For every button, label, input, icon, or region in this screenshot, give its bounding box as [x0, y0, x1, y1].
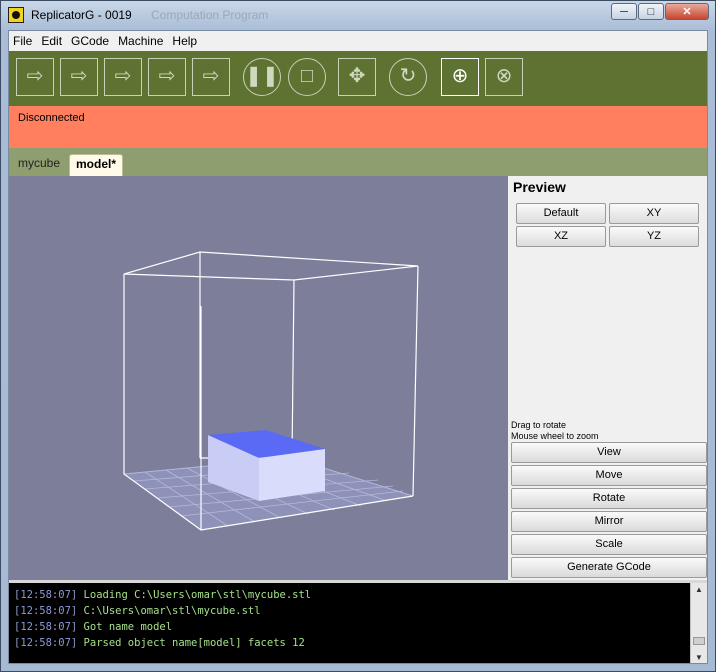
disconnect-icon: ⊗ — [495, 65, 513, 87]
rotate-button[interactable]: Rotate — [511, 488, 707, 509]
app-logo-icon — [8, 7, 24, 23]
view-yz-button[interactable]: YZ — [609, 226, 699, 247]
build-remote-icon: ⇨ — [202, 65, 220, 87]
background-window-title: Computation Program — [151, 8, 269, 22]
build-remote-button[interactable]: ⇨ — [192, 58, 230, 96]
menu-machine[interactable]: Machine — [114, 31, 168, 51]
move-button[interactable]: Move — [511, 465, 707, 486]
view-default-button[interactable]: Default — [516, 203, 606, 224]
title-bar[interactable]: ReplicatorG - 0019 Computation Program ─… — [1, 1, 715, 29]
client-area: File Edit GCode Machine Help ⇨ ⇨ ⇨ ⇨ ⇨ ❚… — [8, 30, 708, 664]
preview-title: Preview — [513, 179, 566, 195]
window-title: ReplicatorG - 0019 — [31, 8, 132, 22]
scroll-down-icon[interactable]: ▼ — [691, 651, 707, 663]
connect-icon: ⊕ — [451, 65, 469, 87]
pause-icon: ❚❚ — [245, 65, 279, 87]
generate-gcode-button[interactable]: Generate GCode — [511, 557, 707, 578]
upload-icon: ⇨ — [70, 65, 88, 87]
view-xy-button[interactable]: XY — [609, 203, 699, 224]
build-from-file-icon: ⇨ — [158, 65, 176, 87]
menu-edit[interactable]: Edit — [37, 31, 67, 51]
connect-button[interactable]: ⊕ — [441, 58, 479, 96]
maximize-button[interactable]: □ — [638, 3, 664, 20]
reset-button[interactable]: ↻ — [389, 58, 427, 96]
disconnect-button[interactable]: ⊗ — [485, 58, 523, 96]
build-button[interactable]: ⇨ — [16, 58, 54, 96]
app-window: ReplicatorG - 0019 Computation Program ─… — [0, 0, 716, 672]
minimize-button[interactable]: ─ — [611, 3, 637, 20]
console-line: [12:58:07] Got name model — [14, 621, 173, 633]
3d-preview-viewport[interactable] — [9, 176, 508, 580]
reset-icon: ↻ — [399, 65, 417, 87]
build-to-file-button[interactable]: ⇨ — [104, 58, 142, 96]
console-line: [12:58:07] Loading C:\Users\omar\stl\myc… — [14, 589, 312, 601]
menu-file[interactable]: File — [9, 31, 37, 51]
rotate-hint: Drag to rotate — [511, 420, 567, 430]
console-scrollbar[interactable]: ▲ ▼ — [690, 583, 707, 663]
status-bar: Disconnected — [9, 106, 707, 148]
pause-button[interactable]: ❚❚ — [243, 58, 281, 96]
3d-scene — [122, 251, 419, 531]
scroll-up-icon[interactable]: ▲ — [691, 583, 707, 597]
build-from-file-button[interactable]: ⇨ — [148, 58, 186, 96]
view-xz-button[interactable]: XZ — [516, 226, 606, 247]
console-line: [12:58:07] C:\Users\omar\stl\mycube.stl — [14, 605, 261, 617]
menu-help[interactable]: Help — [168, 31, 202, 51]
console-line: [12:58:07] Parsed object name[model] fac… — [14, 637, 305, 649]
scroll-thumb[interactable] — [693, 637, 705, 645]
menu-bar: File Edit GCode Machine Help — [9, 31, 707, 51]
zoom-hint: Mouse wheel to zoom — [511, 431, 599, 441]
mirror-button[interactable]: Mirror — [511, 511, 707, 532]
view-button[interactable]: View — [511, 442, 707, 463]
build-icon: ⇨ — [26, 65, 44, 87]
control-panel-button[interactable]: ✥ — [338, 58, 376, 96]
tab-strip: mycube model* — [9, 148, 707, 176]
console-log[interactable]: [12:58:07] Loading C:\Users\omar\stl\myc… — [9, 580, 707, 663]
status-text: Disconnected — [18, 112, 85, 124]
tab-model[interactable]: model* — [69, 154, 124, 176]
toolbar: ⇨ ⇨ ⇨ ⇨ ⇨ ❚❚ □ ✥ ↻ ⊕ ⊗ — [9, 51, 707, 106]
upload-button[interactable]: ⇨ — [60, 58, 98, 96]
build-to-file-icon: ⇨ — [114, 65, 132, 87]
control-panel-icon: ✥ — [348, 65, 366, 87]
menu-gcode[interactable]: GCode — [67, 31, 114, 51]
close-button[interactable]: ✕ — [665, 3, 709, 20]
stop-icon: □ — [300, 65, 314, 87]
stop-button[interactable]: □ — [288, 58, 326, 96]
preview-panel: Preview Default XY XZ YZ Drag to rotate … — [508, 176, 707, 580]
tab-mycube[interactable]: mycube — [12, 154, 66, 176]
scale-button[interactable]: Scale — [511, 534, 707, 555]
